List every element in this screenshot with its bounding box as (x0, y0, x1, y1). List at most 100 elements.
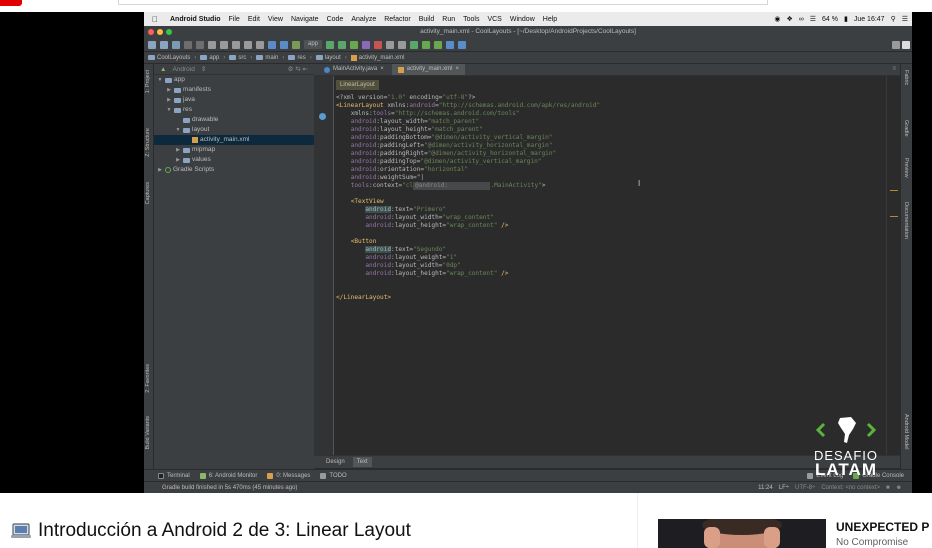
tab-structure: Z: Structure (145, 128, 151, 157)
below-video: Introducción a Android 2 de 3: Linear La… (0, 493, 932, 548)
menu-view: View (267, 15, 283, 23)
code-token: "wrap_content" (442, 214, 494, 221)
menu-tools: Tools (463, 15, 480, 23)
code-token: encoding= (405, 94, 443, 101)
code-token: "wrap_content" (446, 270, 498, 277)
messages-icon (267, 472, 274, 479)
status-indicators: 11:24 LF÷ UTF-8÷ Context: <no context> ■… (758, 482, 902, 493)
tab-text: Text (352, 457, 372, 467)
xml-file-icon (350, 54, 357, 61)
folder-icon (148, 55, 155, 60)
tree-item[interactable]: ▶ mipmap (154, 145, 314, 155)
tree-item[interactable]: ▶ Gradle Scripts (154, 165, 314, 175)
code-token: android (365, 222, 392, 229)
chevron-right-icon[interactable]: ▶ (166, 95, 172, 105)
tree-item[interactable]: ▶ java (154, 95, 314, 105)
chevron-down-icon[interactable]: ▼ (175, 125, 181, 135)
code-token: /> (497, 270, 509, 277)
code-token: tools (372, 110, 392, 117)
tree-item[interactable]: activity_main.xml (154, 135, 314, 145)
menu-vcs: VCS (487, 15, 502, 23)
folder-icon (165, 77, 172, 83)
dropbox-icon: ❖ (786, 16, 793, 23)
youtube-logo-icon[interactable] (0, 0, 22, 6)
code-token: "@dimen/activity_horizontal_margin" (424, 142, 553, 149)
menu-window: Window (509, 15, 535, 23)
gradle-icon (165, 167, 171, 173)
code-token: android (350, 158, 377, 165)
tree-item-label: mipmap (192, 146, 216, 153)
tab-documentation: Documentation (903, 202, 909, 239)
chevron-right-icon[interactable]: ▶ (175, 155, 181, 165)
tool-android-monitor: 6: Android Monitor (199, 472, 257, 479)
copy-icon (220, 40, 228, 49)
code-token: :layout_weight= (391, 254, 447, 261)
tree-item[interactable]: ▶ manifests (154, 85, 314, 95)
folder-icon (315, 55, 323, 60)
code-token: xmlns: (387, 102, 410, 109)
tab-mainactivity-java: MainActivity.java × (318, 64, 390, 75)
tree-item-label: java (183, 96, 195, 103)
search-input[interactable] (118, 0, 768, 5)
video-player[interactable]:  Android Studio File Edit View Navigate… (0, 12, 932, 493)
code-token: <?xml version= (336, 94, 388, 101)
code-token: "horizontal" (424, 166, 469, 173)
up-next-title[interactable]: UNEXPECTED P (836, 520, 929, 534)
up-next-channel[interactable]: No Compromise (836, 537, 908, 548)
code-token: "match_parent" (427, 118, 480, 125)
caret-position: 11:24 (758, 485, 773, 491)
tab-activity-main-xml: activity_main.xml × (391, 64, 465, 75)
chevron-right-icon[interactable]: ▶ (175, 145, 181, 155)
code-token: android (365, 214, 392, 221)
code-line: android:layout_weight="1" (336, 254, 600, 262)
menu-build: Build (418, 15, 435, 23)
debug-icon (338, 40, 347, 49)
breadcrumb-item: app (200, 55, 219, 61)
up-next-thumbnail[interactable] (658, 519, 826, 548)
hector-icon: ☻ (895, 485, 902, 491)
main-toolbar: app (144, 38, 912, 52)
folder-icon (174, 87, 181, 93)
window-titlebar: activity_main.xml - CoolLayouts - [~/Des… (144, 26, 912, 38)
code-token: :paddingTop= (376, 158, 421, 165)
code-token: android (409, 102, 436, 109)
chevron-right-icon[interactable]: ▶ (157, 165, 163, 175)
status-bar: Gradle build finished in 5s 470ms (45 mi… (144, 481, 912, 493)
menu-run: Run (442, 15, 456, 23)
file-encoding: UTF-8÷ (795, 485, 816, 491)
breadcrumb-item: res (288, 55, 306, 61)
folder-icon (174, 107, 181, 113)
glasses-icon: ∞ (798, 15, 804, 23)
code-token: android (365, 254, 392, 261)
code-line: android:weightSum="| (336, 174, 600, 182)
tree-item[interactable]: ▼ res (154, 105, 314, 115)
code-token: <Button (350, 238, 377, 245)
code-token: "wrap_content" (446, 222, 498, 229)
save-icon (160, 40, 168, 49)
chevron-right-icon[interactable]: ▶ (166, 85, 172, 95)
page:  Android Studio File Edit View Navigate… (0, 0, 932, 548)
tab-captures: Captures (145, 182, 151, 205)
folder-icon (174, 97, 181, 103)
code-token: "1" (446, 254, 458, 261)
java-class-icon (324, 66, 330, 73)
tree-item[interactable]: ▶ values (154, 155, 314, 165)
tool-terminal: Terminal (158, 472, 190, 479)
chevron-down-icon[interactable]: ▼ (166, 105, 172, 115)
code-token: /> (497, 222, 509, 229)
tree-item[interactable]: ▼ app (154, 75, 314, 85)
tree-item[interactable]: drawable (154, 115, 314, 125)
tree-item[interactable]: ▼ layout (154, 125, 314, 135)
minimize-window-icon (157, 29, 163, 35)
video-title: Introducción a Android 2 de 3: Linear La… (10, 520, 411, 542)
menu-edit: Edit (247, 15, 260, 23)
chevron-down-icon[interactable]: ▼ (157, 75, 163, 85)
breadcrumb-item: main (256, 55, 278, 61)
